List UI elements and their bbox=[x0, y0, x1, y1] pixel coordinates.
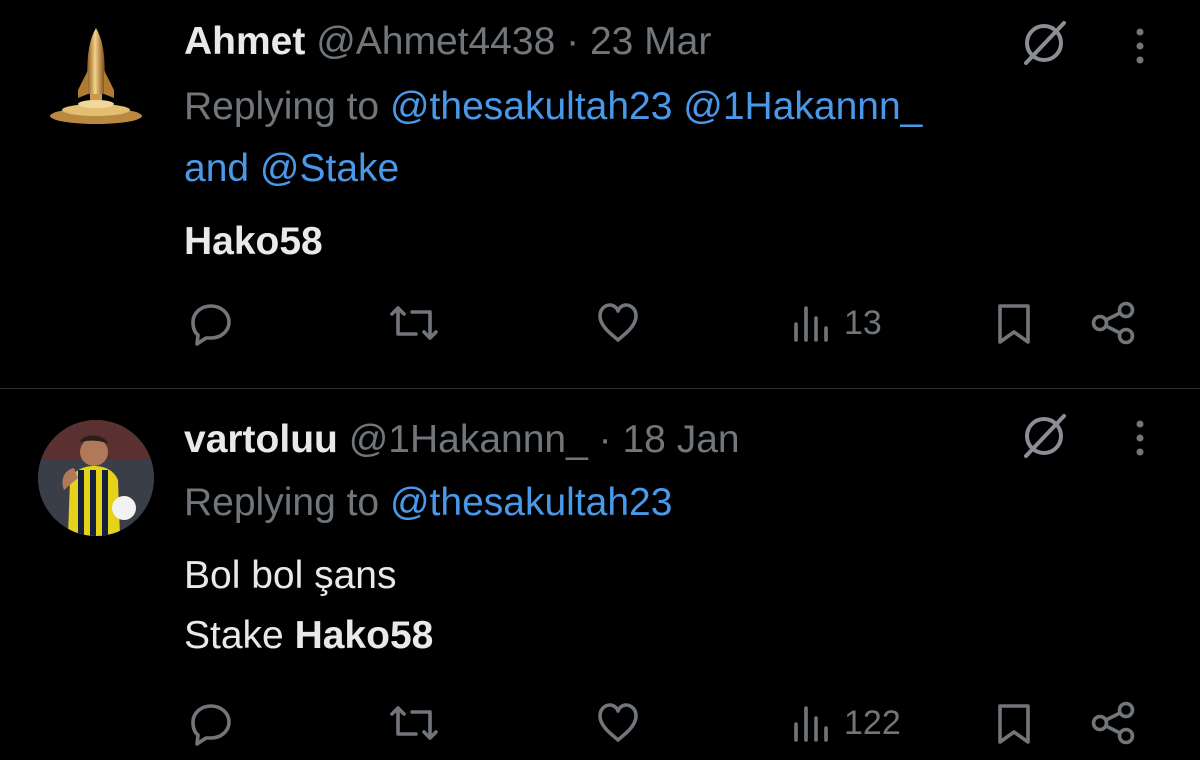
tweet-text-line: Stake Hako58 bbox=[184, 606, 433, 666]
retweet-button[interactable] bbox=[386, 700, 442, 746]
separator-dot: · bbox=[598, 418, 612, 461]
tweet-text-bold: Hako58 bbox=[184, 220, 323, 263]
user-handle[interactable]: @Ahmet4438 bbox=[316, 20, 555, 63]
replying-to: Replying to @thesakultah23 @1Hakannn_ an… bbox=[184, 76, 1144, 200]
separator-dot: · bbox=[566, 20, 580, 63]
reply-icon bbox=[191, 304, 231, 346]
avatar[interactable] bbox=[38, 420, 154, 536]
retweet-icon bbox=[390, 706, 438, 740]
retweet-button[interactable] bbox=[386, 300, 442, 346]
replying-prefix: Replying to bbox=[184, 85, 380, 128]
share-button[interactable] bbox=[1088, 300, 1138, 346]
mention-link[interactable]: @thesakultah23 bbox=[390, 481, 672, 524]
bookmark-button[interactable] bbox=[994, 700, 1034, 746]
avatar[interactable] bbox=[38, 24, 154, 140]
tweet-text-bold: Hako58 bbox=[294, 614, 434, 657]
rocket-icon bbox=[50, 28, 142, 124]
retweet-icon bbox=[390, 306, 438, 340]
tweet[interactable]: Ahmet @Ahmet4438 · 23 Mar Replying to @t… bbox=[0, 0, 1200, 388]
more-icon[interactable] bbox=[1130, 418, 1150, 458]
mention-link[interactable]: @1Hakannn_ bbox=[683, 85, 922, 128]
football-player-icon bbox=[38, 420, 154, 536]
grok-icon[interactable] bbox=[1018, 17, 1070, 69]
views-count: 122 bbox=[844, 703, 901, 742]
mention-link[interactable]: @Stake bbox=[260, 147, 399, 190]
tweet-date[interactable]: 18 Jan bbox=[622, 418, 739, 461]
action-bar: 122 bbox=[0, 700, 1200, 760]
views-icon bbox=[794, 306, 828, 342]
reply-icon bbox=[191, 704, 231, 746]
tweet-text-plain: Stake bbox=[184, 614, 284, 657]
bookmark-icon bbox=[998, 304, 1030, 344]
views-button[interactable]: 13 bbox=[790, 300, 882, 346]
bookmark-icon bbox=[998, 704, 1030, 744]
views-count: 13 bbox=[844, 303, 882, 342]
mention-joiner: and bbox=[184, 147, 250, 190]
like-icon bbox=[598, 303, 638, 342]
tweet-header: Ahmet @Ahmet4438 · 23 Mar bbox=[184, 12, 711, 72]
action-bar: 13 bbox=[0, 300, 1200, 360]
display-name[interactable]: vartoluu bbox=[184, 418, 338, 461]
share-button[interactable] bbox=[1088, 700, 1138, 746]
views-icon bbox=[794, 706, 828, 742]
reply-button[interactable] bbox=[188, 300, 234, 346]
views-button[interactable]: 122 bbox=[790, 700, 901, 746]
share-icon bbox=[1091, 701, 1135, 745]
like-button[interactable] bbox=[594, 700, 642, 746]
more-icon[interactable] bbox=[1130, 26, 1150, 66]
tweet-text: Bol bol şans Stake Hako58 bbox=[184, 546, 433, 666]
bookmark-button[interactable] bbox=[994, 300, 1034, 346]
tweet-date[interactable]: 23 Mar bbox=[590, 20, 711, 63]
mention-link[interactable]: @thesakultah23 bbox=[390, 85, 672, 128]
like-button[interactable] bbox=[594, 300, 642, 346]
user-handle[interactable]: @1Hakannn_ bbox=[349, 418, 588, 461]
reply-button[interactable] bbox=[188, 700, 234, 746]
tweet-text: Hako58 bbox=[184, 212, 323, 272]
replying-to: Replying to @thesakultah23 bbox=[184, 472, 1144, 534]
tweet[interactable]: vartoluu @1Hakannn_ · 18 Jan Replying to… bbox=[0, 388, 1200, 750]
like-icon bbox=[598, 703, 638, 742]
tweet-text-line: Bol bol şans bbox=[184, 554, 397, 597]
tweet-header: vartoluu @1Hakannn_ · 18 Jan bbox=[184, 410, 740, 470]
share-icon bbox=[1091, 301, 1135, 345]
grok-icon[interactable] bbox=[1018, 410, 1070, 462]
replying-prefix: Replying to bbox=[184, 481, 380, 524]
display-name[interactable]: Ahmet bbox=[184, 20, 305, 63]
